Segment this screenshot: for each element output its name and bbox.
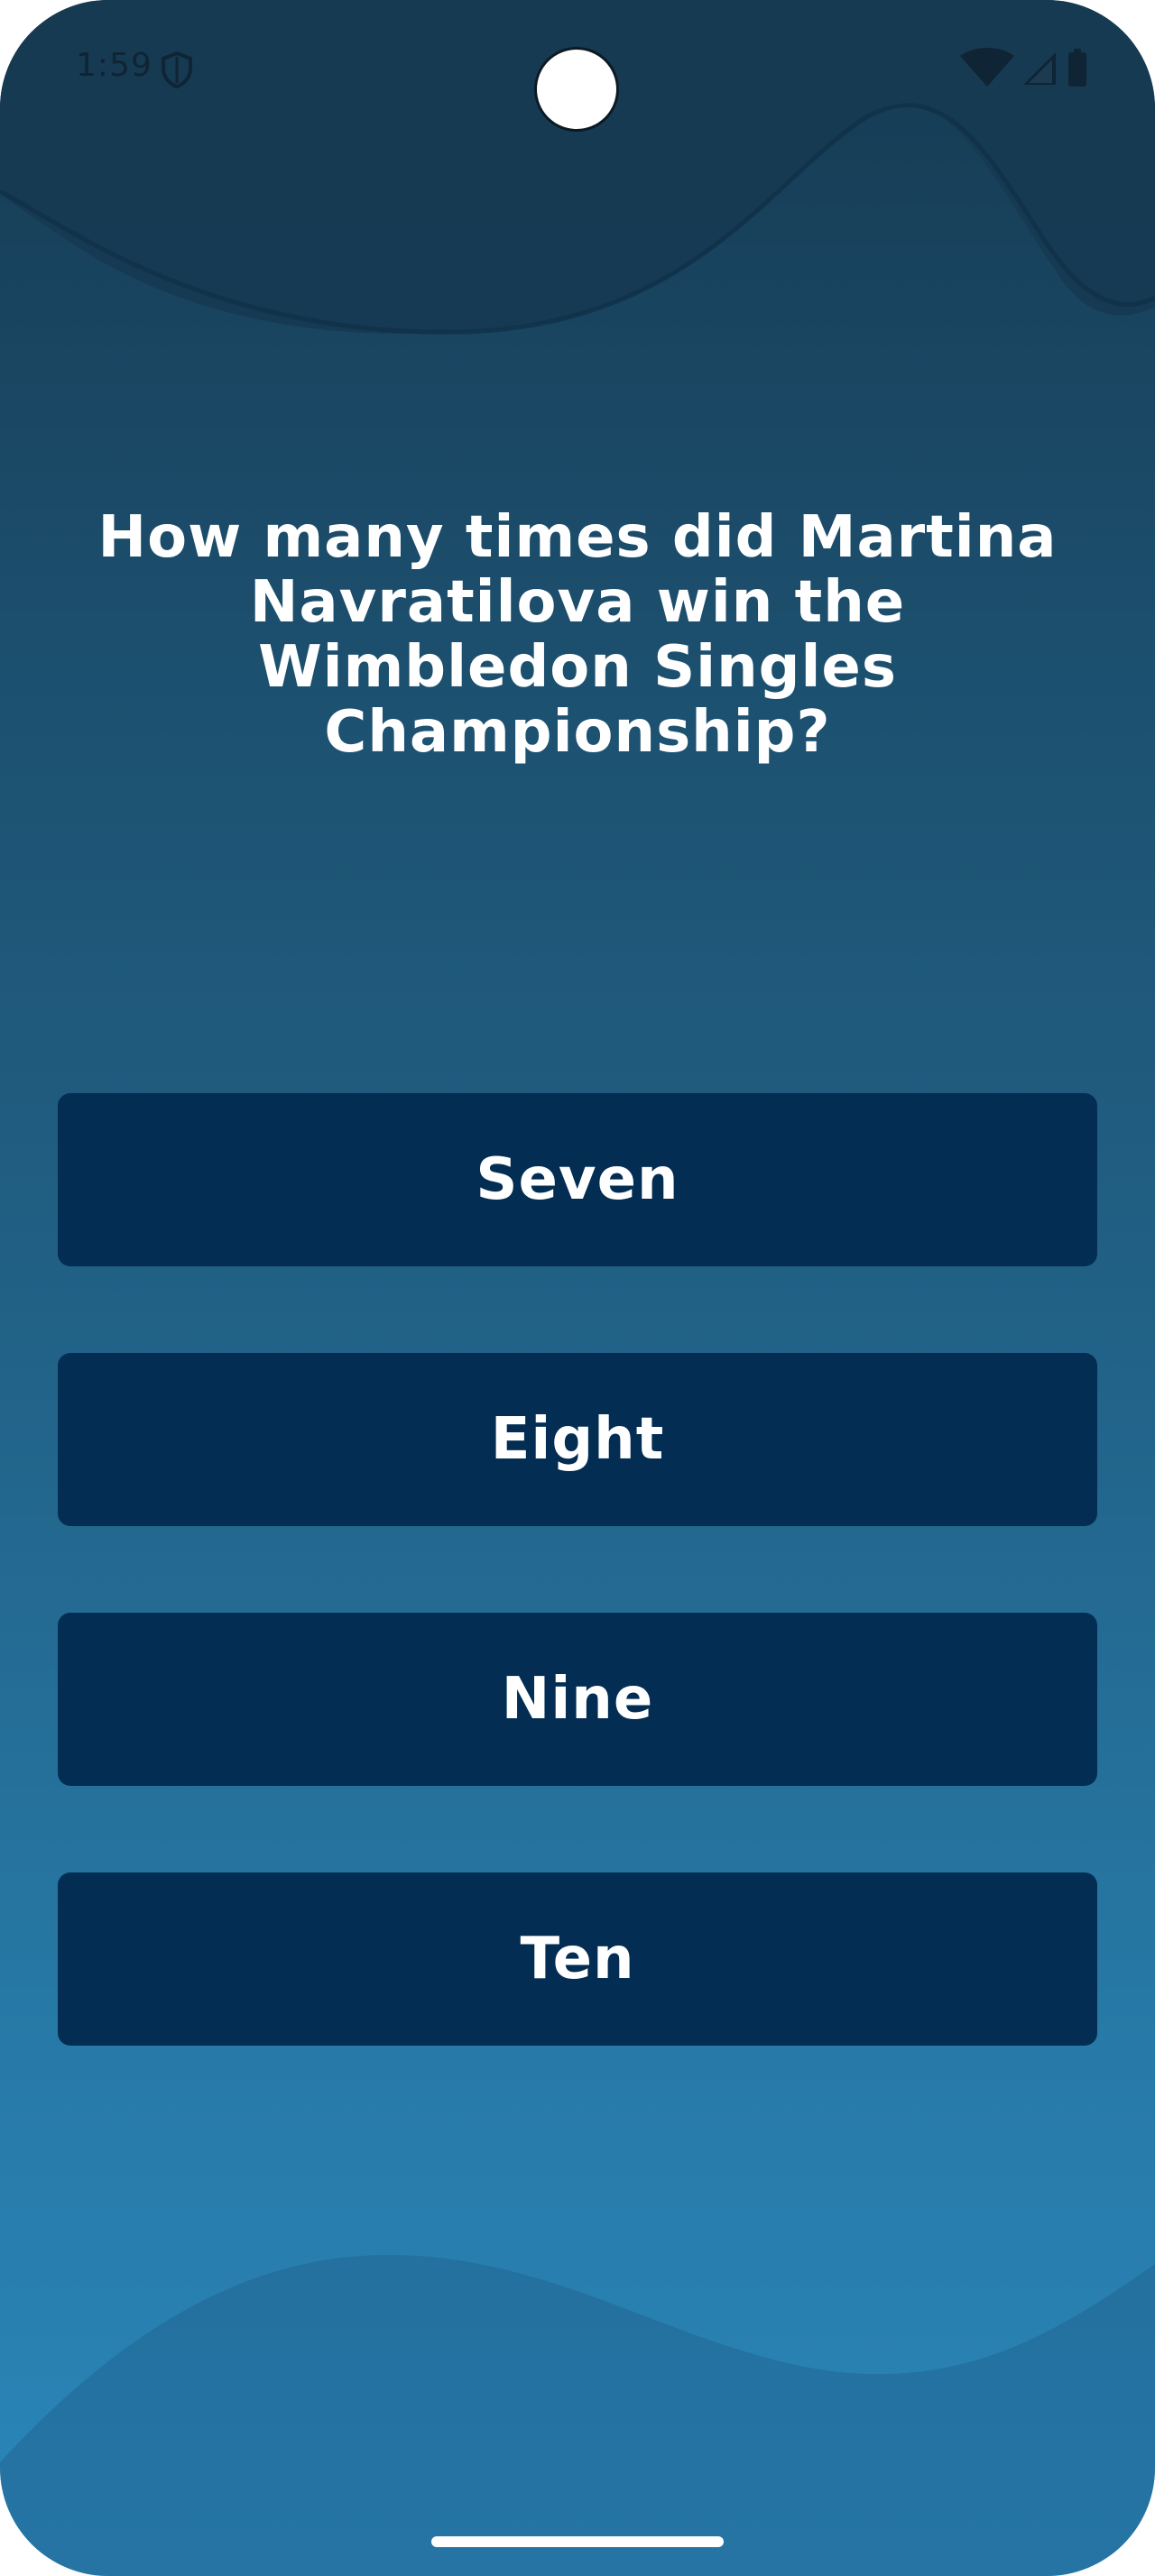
signal-icon (1023, 52, 1056, 85)
question-text: How many times did Martina Navratilova w… (97, 504, 1058, 766)
status-time: 1:59 (76, 47, 152, 84)
bottom-wave (0, 2255, 1155, 2576)
status-bar: 1:59 (0, 0, 1155, 135)
answer-button-ten[interactable]: Ten (58, 1872, 1097, 2046)
answer-button-nine[interactable]: Nine (58, 1613, 1097, 1786)
answer-button-eight[interactable]: Eight (58, 1353, 1097, 1526)
wifi-icon (960, 48, 1014, 87)
background-waves (0, 0, 1155, 2576)
shield-icon (162, 51, 192, 88)
quiz-screen: 1:59 How many times did Martina Navratil… (0, 0, 1155, 2576)
status-icons (960, 48, 1086, 87)
home-indicator[interactable] (431, 2536, 724, 2547)
camera-cutout (534, 47, 619, 132)
answer-button-seven[interactable]: Seven (58, 1093, 1097, 1266)
battery-icon (1068, 49, 1086, 87)
